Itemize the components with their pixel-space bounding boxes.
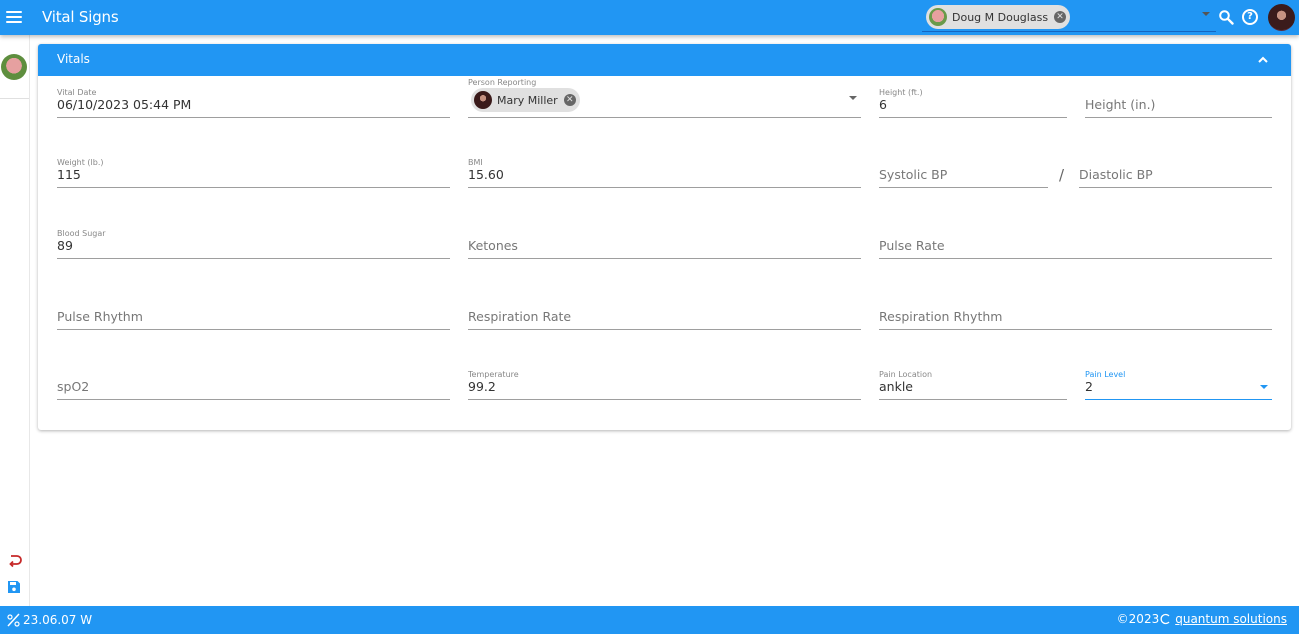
chip-remove-icon[interactable]: ✕ [563, 94, 576, 106]
bmi-label: BMI [468, 158, 483, 167]
vital-date-label: Vital Date [57, 88, 97, 97]
divider [0, 98, 29, 99]
patient-select[interactable]: Doug M Douglass ✕ [922, 3, 1216, 32]
top-app-bar: Vital Signs Doug M Douglass ✕ ? [0, 0, 1299, 35]
weight-field[interactable]: Weight (lb.) 115 [57, 158, 450, 188]
bp-separator: / [1059, 166, 1065, 184]
vital-date-value: 06/10/2023 05:44 PM [57, 97, 192, 112]
height-in-placeholder: Height (in.) [1085, 97, 1156, 112]
chevron-up-icon[interactable] [1257, 54, 1269, 66]
patient-chip-label: Doug M Douglass [952, 10, 1049, 24]
card-title: Vitals [57, 52, 90, 66]
brand-logo-icon [1160, 613, 1170, 625]
chevron-down-icon[interactable] [1260, 385, 1268, 389]
copyright-text: ©2023 [1116, 612, 1160, 626]
pulse-rate-field[interactable]: Pulse Rate [879, 229, 1272, 259]
left-rail [0, 35, 30, 606]
pulse-rhythm-placeholder: Pulse Rhythm [57, 309, 143, 324]
vital-date-field[interactable]: Vital Date 06/10/2023 05:44 PM [57, 88, 450, 118]
person-chip-label: Mary Miller [497, 93, 558, 107]
respiration-rate-field[interactable]: Respiration Rate [468, 300, 861, 330]
ketones-placeholder: Ketones [468, 238, 518, 253]
systolic-bp-placeholder: Systolic BP [879, 167, 948, 182]
chevron-down-icon[interactable] [1202, 12, 1210, 16]
pain-level-value: 2 [1085, 379, 1093, 394]
chip-remove-icon[interactable]: ✕ [1054, 11, 1067, 23]
pain-location-field[interactable]: Pain Location ankle [879, 370, 1067, 400]
user-avatar[interactable] [1268, 4, 1295, 31]
save-icon[interactable] [7, 580, 21, 594]
pulse-rate-placeholder: Pulse Rate [879, 238, 945, 253]
pulse-rhythm-field[interactable]: Pulse Rhythm [57, 300, 450, 330]
bmi-value: 15.60 [468, 167, 504, 182]
person-reporting-chip: Mary Miller ✕ [471, 88, 580, 112]
vitals-card-header[interactable]: Vitals [38, 44, 1291, 76]
search-icon[interactable] [1218, 9, 1234, 25]
height-ft-field[interactable]: Height (ft.) 6 [879, 88, 1067, 118]
height-ft-label: Height (ft.) [879, 88, 923, 97]
person-reporting-label: Person Reporting [468, 78, 537, 87]
blood-sugar-label: Blood Sugar [57, 229, 106, 238]
page-title: Vital Signs [42, 8, 119, 26]
blood-sugar-field[interactable]: Blood Sugar 89 [57, 229, 450, 259]
weight-label: Weight (lb.) [57, 158, 104, 167]
version-label: 23.06.07 W [23, 613, 93, 627]
ketones-field[interactable]: Ketones [468, 229, 861, 259]
pain-location-value: ankle [879, 379, 913, 394]
bmi-field[interactable]: BMI 15.60 [468, 158, 861, 188]
respiration-rate-placeholder: Respiration Rate [468, 309, 572, 324]
spo2-field[interactable]: spO2 [57, 370, 450, 400]
person-chip-avatar [474, 91, 492, 109]
brand-link[interactable]: quantum solutions [1175, 612, 1287, 626]
chevron-down-icon[interactable] [849, 96, 857, 100]
pain-level-select[interactable]: Pain Level 2 [1085, 370, 1272, 400]
undo-icon[interactable] [7, 553, 23, 569]
height-in-field[interactable]: Height (in.) [1085, 88, 1272, 118]
temperature-field[interactable]: Temperature 99.2 [468, 370, 861, 400]
person-reporting-select[interactable]: Person Reporting Mary Miller ✕ [468, 78, 861, 118]
respiration-rhythm-placeholder: Respiration Rhythm [879, 309, 1003, 324]
patient-avatar[interactable] [1, 54, 27, 80]
pain-location-label: Pain Location [879, 370, 933, 379]
systolic-bp-field[interactable]: Systolic BP [879, 158, 1048, 188]
copyright: ©2023 quantum solutions [1117, 612, 1287, 626]
patient-chip: Doug M Douglass ✕ [926, 5, 1071, 29]
temperature-label: Temperature [468, 370, 519, 379]
weight-value: 115 [57, 167, 81, 182]
menu-icon[interactable] [6, 9, 22, 25]
version-icon [7, 613, 20, 627]
patient-chip-avatar [929, 8, 947, 26]
diastolic-bp-field[interactable]: Diastolic BP [1079, 158, 1272, 188]
pain-level-label: Pain Level [1085, 370, 1126, 379]
temperature-value: 99.2 [468, 379, 496, 394]
blood-sugar-value: 89 [57, 238, 73, 253]
height-ft-value: 6 [879, 97, 887, 112]
help-icon[interactable]: ? [1242, 9, 1258, 25]
respiration-rhythm-field[interactable]: Respiration Rhythm [879, 300, 1272, 330]
diastolic-bp-placeholder: Diastolic BP [1079, 167, 1153, 182]
footer: 23.06.07 W ©2023 quantum solutions [0, 606, 1299, 634]
spo2-placeholder: spO2 [57, 379, 90, 394]
